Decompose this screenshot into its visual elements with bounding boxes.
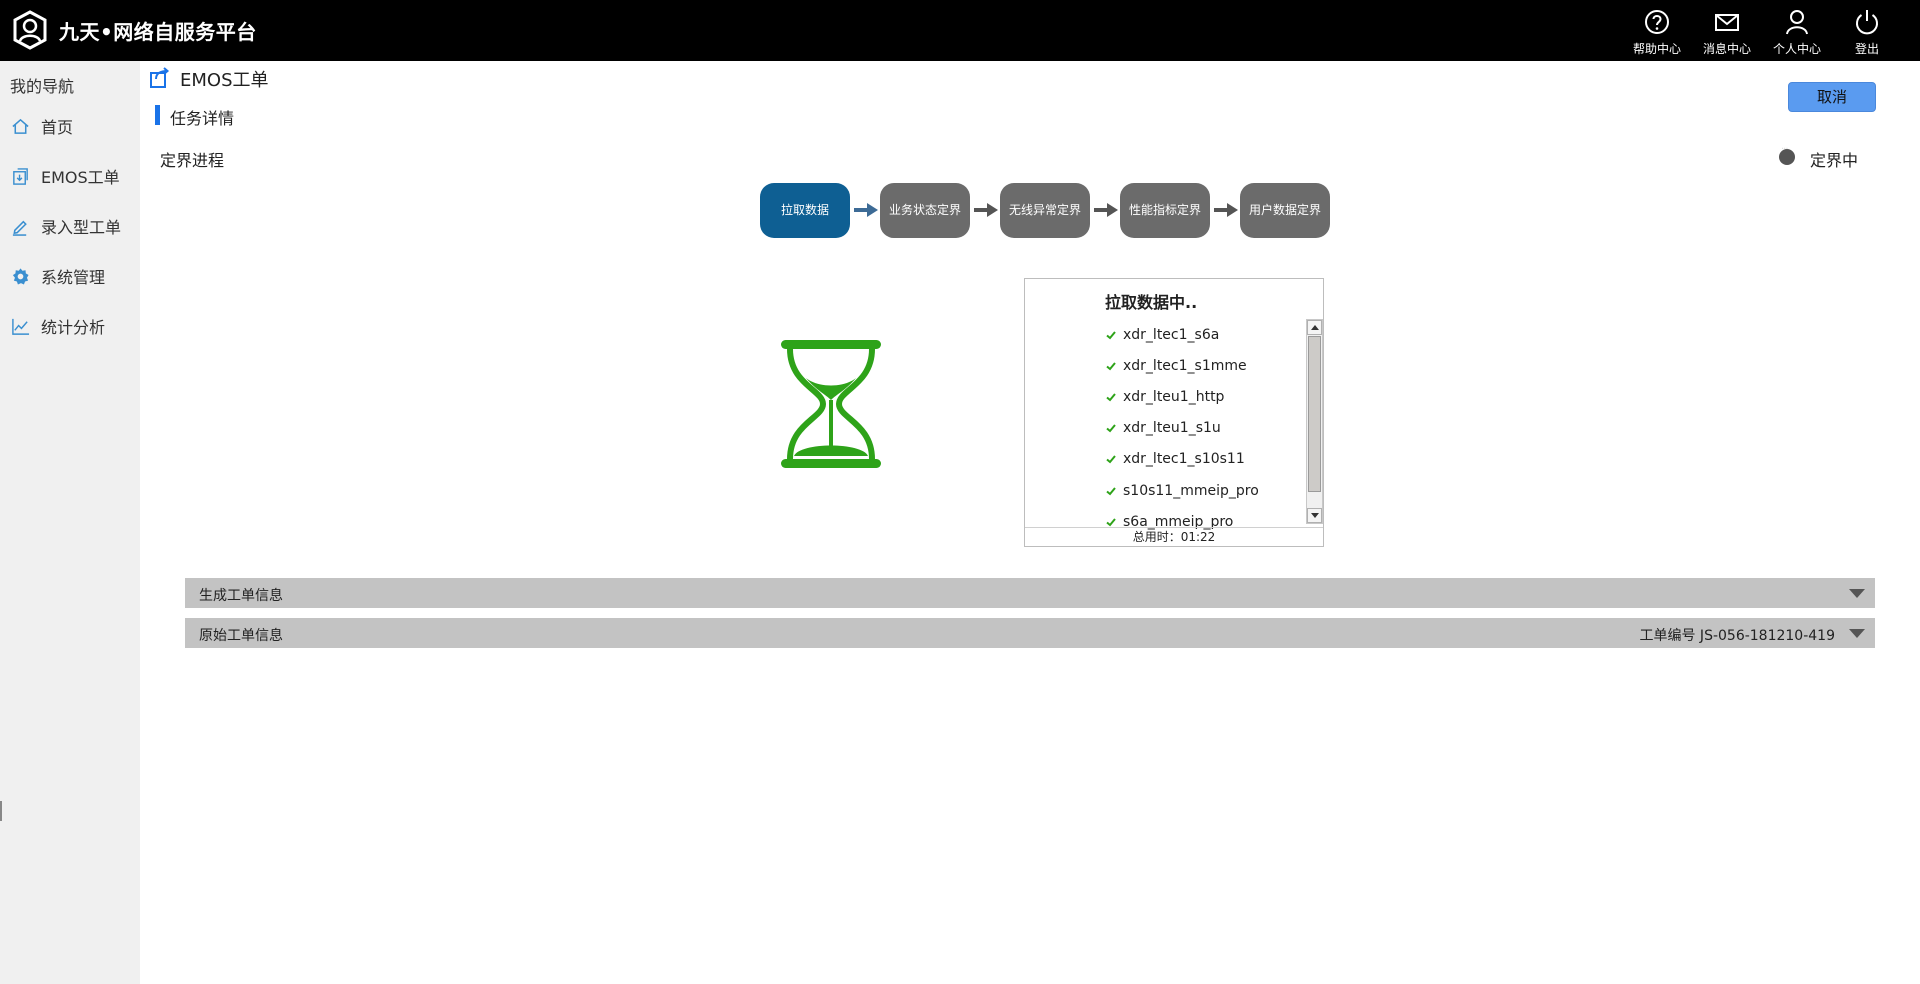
arrow-right-icon xyxy=(854,203,878,217)
sidebar: 我的导航 首页 EMOS工单 录入型工单 系统管理 统计分析 xyxy=(0,61,140,984)
list-item: s10s11_mmeip_pro xyxy=(1105,475,1325,506)
scroll-thumb[interactable] xyxy=(1308,336,1321,492)
mail-icon xyxy=(1715,14,1739,31)
sidebar-resize-handle[interactable] xyxy=(0,801,2,821)
section-accent-bar xyxy=(155,105,160,125)
logout-button[interactable]: 登出 xyxy=(1832,8,1902,57)
log-item-label: xdr_lteu1_http xyxy=(1123,388,1225,405)
log-item-label: s10s11_mmeip_pro xyxy=(1123,482,1259,499)
personal-center-label: 个人中心 xyxy=(1772,42,1821,56)
panel-label: 原始工单信息 xyxy=(199,628,283,644)
check-icon xyxy=(1106,330,1116,340)
chevron-down-icon xyxy=(1849,589,1865,598)
list-item: xdr_ltec1_s10s11 xyxy=(1105,444,1325,475)
check-icon xyxy=(1106,393,1116,402)
header-actions: 帮助中心 消息中心 个人中心 登出 xyxy=(1622,8,1902,57)
help-center-button[interactable]: 帮助中心 xyxy=(1622,8,1692,57)
sidebar-item-emos[interactable]: EMOS工单 xyxy=(0,151,140,201)
brand[interactable]: 九天•网络自服务平台 xyxy=(10,10,257,50)
step-performance-kpi[interactable]: 性能指标定界 xyxy=(1120,183,1210,238)
sidebar-item-statistics[interactable]: 统计分析 xyxy=(0,301,140,351)
cancel-button[interactable]: 取消 xyxy=(1788,82,1876,112)
generated-ticket-info-panel[interactable]: 生成工单信息 xyxy=(185,578,1875,608)
logout-label: 登出 xyxy=(1854,42,1879,56)
help-icon xyxy=(1645,10,1669,34)
line-chart-icon xyxy=(12,318,30,335)
document-arrow-icon xyxy=(13,167,28,185)
section-title: 任务详情 xyxy=(170,109,235,128)
log-list: xdr_ltec1_s6a xdr_ltec1_s1mme xdr_lteu1_… xyxy=(1105,319,1325,531)
sidebar-item-label: 首页 xyxy=(41,118,74,137)
arrow-right-icon xyxy=(1214,203,1238,217)
sidebar-item-label: EMOS工单 xyxy=(41,168,120,187)
original-ticket-info-panel[interactable]: 原始工单信息 工单编号 JS-056-181210-419 xyxy=(185,618,1875,648)
status-indicator-icon xyxy=(1779,144,1795,165)
arrow-right-icon xyxy=(974,203,998,217)
log-item-label: xdr_ltec1_s10s11 xyxy=(1123,451,1245,468)
personal-center-button[interactable]: 个人中心 xyxy=(1762,8,1832,57)
arrow-right-icon xyxy=(1094,203,1118,217)
progress-label: 定界进程 xyxy=(160,151,225,170)
step-pull-data[interactable]: 拉取数据 xyxy=(760,183,850,238)
top-bar: 九天•网络自服务平台 帮助中心 消息中心 个人中心 登出 xyxy=(0,0,1920,61)
emos-ticket-icon xyxy=(150,67,170,88)
power-icon xyxy=(1856,10,1878,35)
check-icon xyxy=(1106,362,1116,371)
step-service-status[interactable]: 业务状态定界 xyxy=(880,183,970,238)
panel-label: 生成工单信息 xyxy=(199,588,283,604)
sidebar-item-label: 系统管理 xyxy=(41,268,106,287)
scroll-down-button[interactable] xyxy=(1307,508,1322,523)
sidebar-item-system[interactable]: 系统管理 xyxy=(0,251,140,301)
user-shield-logo-icon xyxy=(13,10,47,50)
log-item-label: xdr_ltec1_s6a xyxy=(1123,326,1220,343)
elapsed-time: 总用时：01:22 xyxy=(1025,527,1323,547)
page-title: EMOS工单 xyxy=(180,70,269,91)
nav-list: 首页 EMOS工单 录入型工单 系统管理 统计分析 xyxy=(0,101,140,351)
check-icon xyxy=(1106,518,1116,527)
check-icon xyxy=(1106,455,1116,464)
sidebar-item-home[interactable]: 首页 xyxy=(0,101,140,151)
home-icon xyxy=(12,118,29,134)
check-icon xyxy=(1106,424,1116,433)
list-item: xdr_lteu1_http xyxy=(1105,381,1325,412)
app-title: 九天•网络自服务平台 xyxy=(59,19,257,44)
status-text: 定界中 xyxy=(1810,151,1859,170)
message-center-label: 消息中心 xyxy=(1702,42,1751,56)
list-item: xdr_ltec1_s1mme xyxy=(1105,350,1325,381)
log-item-label: xdr_lteu1_s1u xyxy=(1123,420,1221,437)
help-center-label: 帮助中心 xyxy=(1632,42,1681,56)
hourglass-icon xyxy=(781,340,881,468)
sidebar-item-label: 录入型工单 xyxy=(41,218,122,237)
log-title: 拉取数据中.. xyxy=(1105,293,1198,312)
list-item: xdr_ltec1_s6a xyxy=(1105,319,1325,350)
scroll-up-button[interactable] xyxy=(1307,320,1322,335)
sidebar-item-entry-ticket[interactable]: 录入型工单 xyxy=(0,201,140,251)
step-wireless-anomaly[interactable]: 无线异常定界 xyxy=(1000,183,1090,238)
log-scrollbar[interactable] xyxy=(1306,319,1323,524)
pen-icon xyxy=(12,220,27,236)
user-icon xyxy=(1786,10,1808,35)
data-pull-log-panel: 拉取数据中.. xdr_ltec1_s6a xdr_ltec1_s1mme xd… xyxy=(1024,278,1324,547)
sidebar-item-label: 统计分析 xyxy=(41,318,106,337)
list-item: xdr_lteu1_s1u xyxy=(1105,413,1325,444)
log-item-label: xdr_ltec1_s1mme xyxy=(1123,357,1247,374)
gear-icon xyxy=(12,267,29,284)
chevron-down-icon xyxy=(1849,629,1865,638)
nav-heading: 我的导航 xyxy=(10,77,75,96)
ticket-number: 工单编号 JS-056-181210-419 xyxy=(1639,628,1835,644)
message-center-button[interactable]: 消息中心 xyxy=(1692,8,1762,57)
check-icon xyxy=(1106,486,1116,495)
step-user-data[interactable]: 用户数据定界 xyxy=(1240,183,1330,238)
